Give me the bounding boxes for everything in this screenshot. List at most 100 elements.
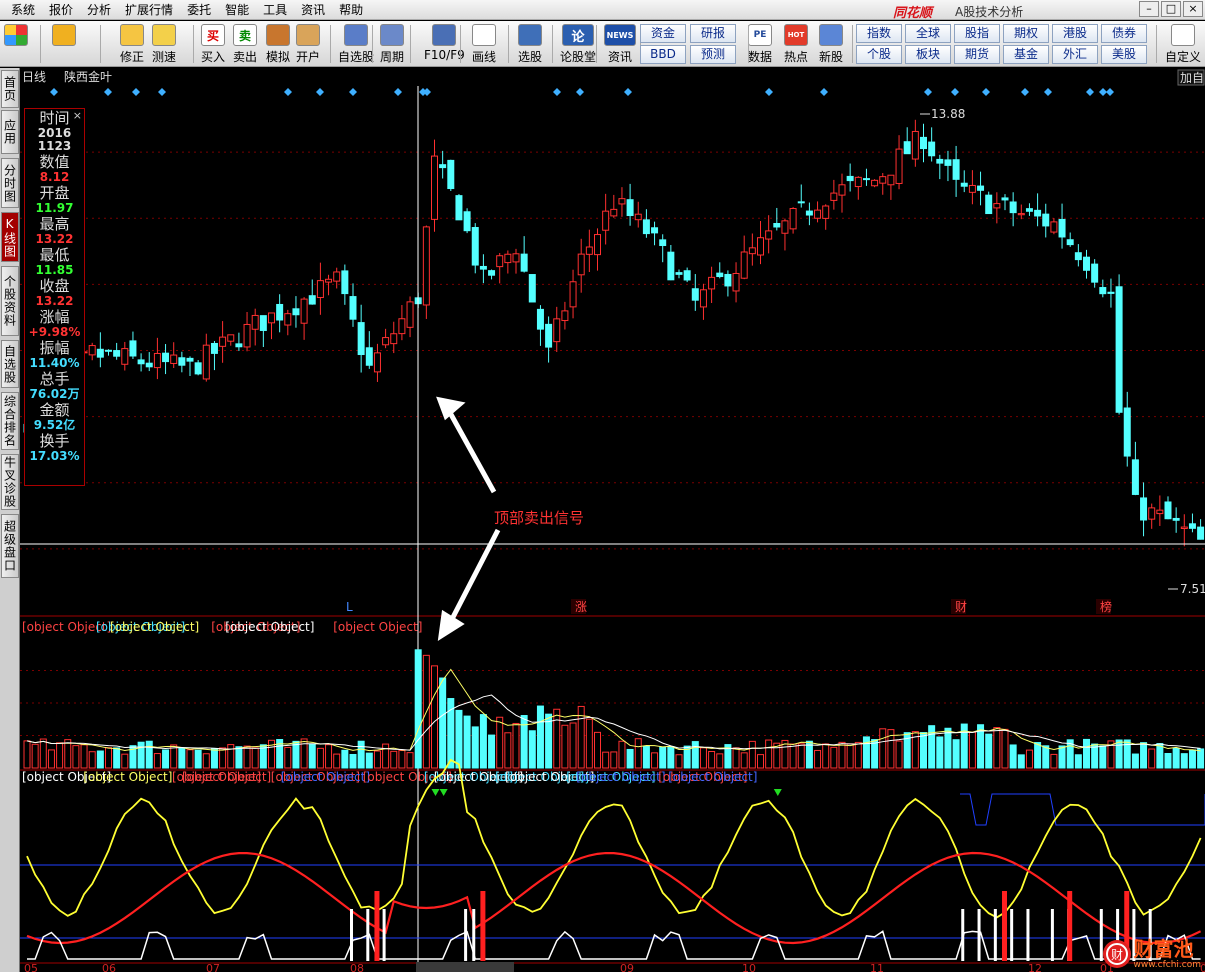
sell-button[interactable]: 卖卖出 — [233, 24, 257, 65]
volume-bar — [936, 736, 944, 769]
tab-home[interactable]: 首页 — [1, 70, 19, 108]
cycle-button[interactable]: 周期 — [380, 24, 404, 65]
quick-button[interactable]: 板块 — [905, 45, 951, 64]
candle-body — [235, 343, 243, 348]
volume-bar — [1099, 745, 1107, 769]
kline-chart[interactable]: 日线 陕西金叶 加自13.887.51L 涨财榜顶部卖出信号[object Objec… — [20, 68, 1205, 972]
candle-body — [879, 176, 887, 184]
candle-body — [365, 347, 373, 366]
quick-button[interactable]: 股指 — [954, 24, 1000, 43]
menu-smart[interactable]: 智能 — [218, 1, 256, 18]
volume-bar — [210, 748, 218, 769]
quick-button[interactable]: 资金 — [640, 24, 686, 43]
tab-kline[interactable]: K线图 — [1, 212, 19, 262]
clock-button[interactable]: 测速 — [152, 24, 176, 65]
quick-button[interactable]: 期权 — [1003, 24, 1049, 43]
menu-help[interactable]: 帮助 — [332, 1, 370, 18]
lock-button[interactable]: 开户 — [296, 24, 320, 65]
quick-button[interactable]: 港股 — [1052, 24, 1098, 43]
candle-body — [333, 271, 341, 282]
quick-button[interactable]: 指数 — [856, 24, 902, 43]
f10-button[interactable]: F10/F9 — [424, 24, 465, 62]
candle-body — [479, 265, 487, 270]
toolbar-button-label: 周期 — [380, 50, 405, 64]
info-key: 数值 — [39, 153, 70, 171]
quick-button[interactable]: 美股 — [1101, 45, 1147, 64]
candle-body — [528, 274, 536, 303]
quick-button[interactable]: BBD — [640, 45, 686, 64]
toolbar-separator — [508, 25, 509, 63]
news-button[interactable]: NEWS 资讯 — [604, 24, 636, 65]
quick-button[interactable]: 研报 — [690, 24, 736, 43]
menu-order[interactable]: 委托 — [180, 1, 218, 18]
tab-timeline[interactable]: 分时图 — [1, 158, 19, 208]
toolbar-button-label: 模拟 — [266, 50, 291, 64]
white-block — [472, 909, 476, 961]
icon-glyph: NEWS — [606, 30, 634, 40]
quick-button[interactable]: 债券 — [1101, 24, 1147, 43]
volume-bar — [341, 749, 349, 769]
hot-button[interactable]: HOT 热点 — [784, 24, 808, 65]
custom-button[interactable]: 自定义 — [1165, 24, 1201, 65]
menu-ext-quote[interactable]: 扩展行情 — [118, 1, 180, 18]
candle-body — [194, 362, 202, 375]
grid-button[interactable] — [4, 24, 28, 48]
tab-ranking[interactable]: 综合排名 — [1, 392, 19, 450]
edit-button[interactable]: 修正 — [120, 24, 144, 65]
volume-bar — [496, 716, 504, 769]
tab-superpanel[interactable]: 超级盘口 — [1, 514, 19, 578]
buy-button[interactable]: 买买入 — [201, 24, 225, 65]
tab-apps[interactable]: 应用 — [1, 110, 19, 154]
toolbar-separator — [40, 25, 41, 63]
volume-bar — [186, 749, 194, 769]
candle-body — [830, 192, 838, 201]
tab-watchlist[interactable]: 自选股 — [1, 340, 19, 388]
candle-body — [805, 210, 813, 216]
white-block — [977, 909, 981, 961]
star-button[interactable]: 自选股 — [338, 24, 374, 65]
volume-bar — [968, 731, 976, 769]
candle-body — [373, 352, 381, 373]
icon-glyph: PE — [753, 30, 767, 40]
menu-news[interactable]: 资讯 — [294, 1, 332, 18]
quick-button[interactable]: 个股 — [856, 45, 902, 64]
volume-bar — [838, 741, 846, 769]
quick-button[interactable]: 外汇 — [1052, 45, 1098, 64]
candle-body — [569, 281, 577, 308]
volume-bar — [1074, 754, 1082, 769]
hammer-button[interactable]: 模拟 — [266, 24, 290, 65]
quick-button[interactable]: 期货 — [954, 45, 1000, 64]
pe-button[interactable]: PE 数据 — [748, 24, 772, 65]
news-icon: NEWS — [604, 24, 636, 46]
close-icon[interactable]: × — [1183, 1, 1203, 17]
candle-body — [740, 251, 748, 279]
volume-bar — [797, 743, 805, 769]
quick-button[interactable]: 基金 — [1003, 45, 1049, 64]
menu-system[interactable]: 系统 — [4, 1, 42, 18]
toolbar-button-label: 画线 — [472, 50, 497, 64]
menu-analysis[interactable]: 分析 — [80, 1, 118, 18]
quick-button[interactable]: 预测 — [690, 45, 736, 64]
candle-body — [349, 296, 357, 320]
ipo-icon — [819, 24, 843, 46]
volume-bar — [390, 750, 398, 769]
volume-bar — [243, 745, 251, 769]
close-icon[interactable]: × — [73, 109, 82, 123]
volume-bar — [944, 727, 952, 769]
quick-button[interactable]: 全球 — [905, 24, 951, 43]
tab-diagnose[interactable]: 牛叉诊股 — [1, 454, 19, 510]
pen-button[interactable]: 画线 — [472, 24, 496, 65]
monitor-button[interactable]: 选股 — [518, 24, 542, 65]
candle-body — [455, 195, 463, 221]
candle-body — [903, 141, 911, 155]
minimize-icon[interactable]: – — [1139, 1, 1159, 17]
lun-button[interactable]: 论论股堂 — [560, 24, 596, 65]
volume-bar — [113, 747, 121, 769]
menu-quote[interactable]: 报价 — [42, 1, 80, 18]
candle-body — [789, 208, 797, 230]
menu-tools[interactable]: 工具 — [256, 1, 294, 18]
ipo-button[interactable]: 新股 — [819, 24, 843, 65]
maximize-icon[interactable]: □ — [1161, 1, 1181, 17]
tab-profile[interactable]: 个股资料 — [1, 266, 19, 336]
back-arrow-button[interactable] — [52, 24, 76, 48]
